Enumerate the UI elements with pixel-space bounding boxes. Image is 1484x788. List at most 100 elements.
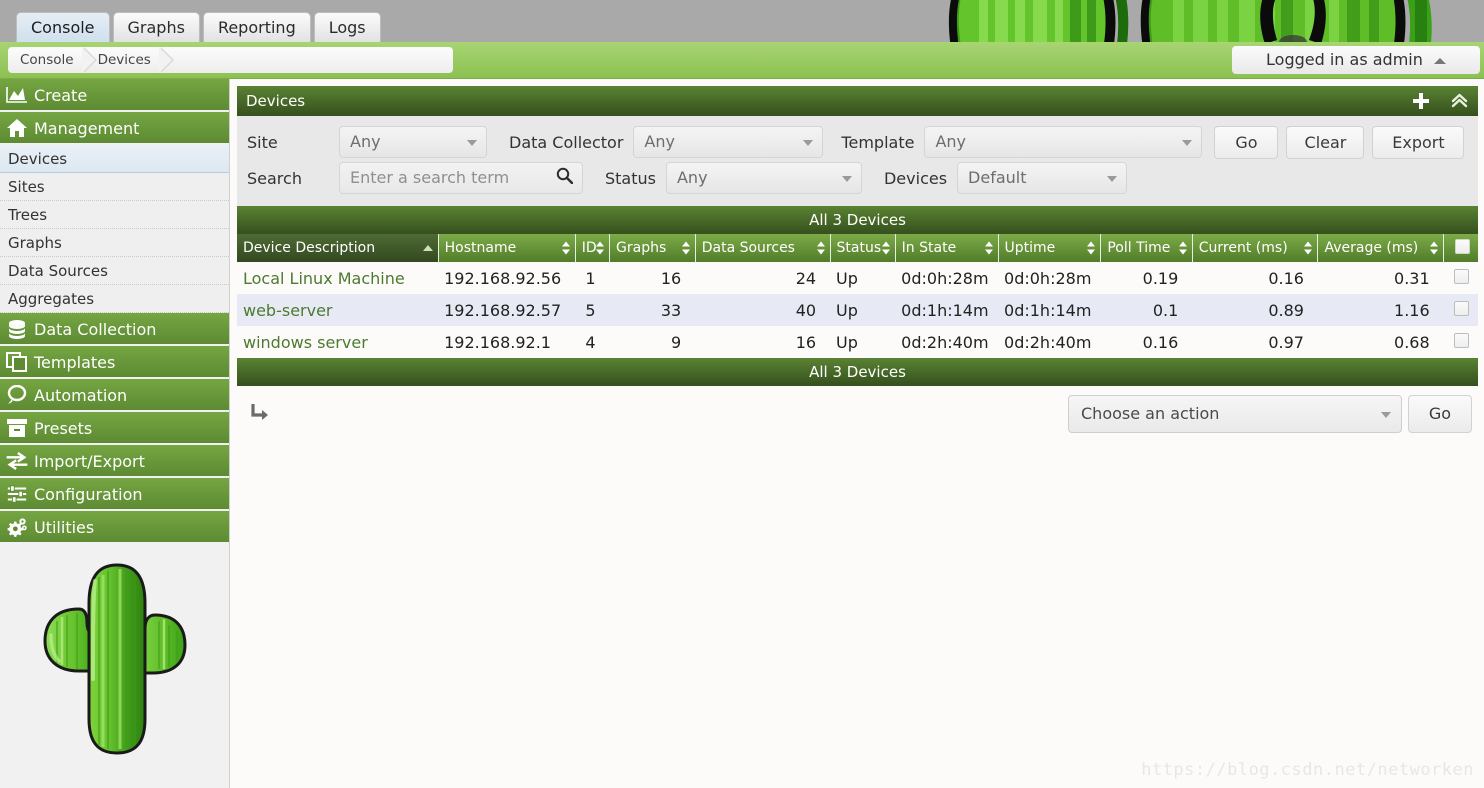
sidebar-item-trees[interactable]: Trees [0,201,229,229]
sidebar-group-data-collection[interactable]: Data Collection [0,313,229,346]
table-row[interactable]: windows server 192.168.92.1 4 9 16 Up 0d… [237,326,1478,358]
cell-row-checkbox[interactable] [1443,262,1478,294]
devices-per-page-select[interactable]: Default [957,162,1128,194]
devices-per-page-value: Default [968,168,1027,187]
select-all-checkbox[interactable] [1454,238,1470,254]
clear-button[interactable]: Clear [1286,125,1365,159]
top-banner: Console Graphs Reporting Logs [0,0,1484,42]
data-collector-select[interactable]: Any [633,126,824,158]
site-label: Site [247,132,278,152]
tab-graphs[interactable]: Graphs [112,12,200,42]
breadcrumb-bar: Console Devices Logged in as admin [0,42,1484,79]
row-checkbox[interactable] [1454,300,1470,316]
cell-row-checkbox[interactable] [1443,326,1478,358]
sidebar-item-data-sources[interactable]: Data Sources [0,257,229,285]
sort-icon [1087,241,1096,256]
status-select-value: Any [676,168,708,187]
col-header-graphs[interactable]: Graphs [609,234,696,262]
cell-average-ms: 0.31 [1317,262,1444,294]
table-row[interactable]: Local Linux Machine 192.168.92.56 1 16 2… [237,262,1478,294]
device-link[interactable]: Local Linux Machine [243,269,405,288]
cell-current-ms: 0.16 [1192,262,1318,294]
template-select[interactable]: Any [924,126,1203,158]
devices-table-wrap: All 3 Devices Device Description Hostnam… [237,206,1478,386]
tab-reporting[interactable]: Reporting [202,12,311,42]
sidebar-group-management[interactable]: Management [0,112,229,145]
page-root: Console Graphs Reporting Logs Console De… [0,0,1484,788]
panel-title: Devices [246,92,306,110]
chevron-down-icon [841,176,852,182]
cogs-icon [6,516,28,538]
status-select[interactable]: Any [665,162,862,194]
cell-row-checkbox[interactable] [1443,294,1478,326]
col-header-average-ms[interactable]: Average (ms) [1317,234,1445,262]
tab-logs[interactable]: Logs [313,12,381,42]
col-header-device-description[interactable]: Device Description [237,234,439,262]
table-header-row: Device Description Hostname ID Graphs Da… [237,234,1478,262]
action-go-button[interactable]: Go [1408,395,1472,433]
col-header-poll-time[interactable]: Poll Time [1100,234,1193,262]
sidebar-group-configuration[interactable]: Configuration [0,478,229,511]
double-chevron-up-icon[interactable] [1451,92,1468,111]
sidebar-group-automation[interactable]: Automation [0,379,229,412]
cell-device-description[interactable]: web-server [237,294,439,326]
cell-average-ms: 0.68 [1317,326,1444,358]
go-button[interactable]: Go [1214,125,1279,159]
sidebar-group-label: Configuration [34,485,143,504]
export-button[interactable]: Export [1372,125,1465,159]
site-select[interactable]: Any [339,126,487,158]
sidebar-item-devices[interactable]: Devices [0,145,229,173]
search-input[interactable]: Enter a search term [339,162,583,194]
cell-graphs: 9 [609,326,696,358]
sidebar-item-sites[interactable]: Sites [0,173,229,201]
sliders-icon [6,483,28,505]
col-header-id[interactable]: ID [575,234,611,262]
sidebar-group-presets[interactable]: Presets [0,412,229,445]
sidebar-item-graphs[interactable]: Graphs [0,229,229,257]
plus-icon[interactable] [1413,93,1429,109]
col-header-in-state[interactable]: In State [895,234,999,262]
col-header-uptime[interactable]: Uptime [998,234,1102,262]
col-header-select-all[interactable] [1443,234,1478,262]
col-label: ID [581,240,597,256]
col-header-current-ms[interactable]: Current (ms) [1192,234,1319,262]
row-checkbox[interactable] [1454,268,1470,284]
choose-action-select[interactable]: Choose an action [1068,395,1402,433]
cell-device-description[interactable]: windows server [237,326,439,358]
col-header-data-sources[interactable]: Data Sources [695,234,831,262]
breadcrumb-item-console[interactable]: Console [8,47,97,73]
sort-icon [816,241,826,256]
col-label: Data Sources [701,240,795,256]
cell-status: Up [830,294,896,326]
device-link[interactable]: windows server [243,333,368,352]
col-header-status[interactable]: Status [830,234,896,262]
devices-per-page-label: Devices [883,168,948,188]
chevron-down-icon [1182,140,1193,146]
cell-device-description[interactable]: Local Linux Machine [237,262,439,294]
tab-console[interactable]: Console [16,12,110,42]
cell-graphs: 16 [609,262,696,294]
col-header-hostname[interactable]: Hostname [438,234,576,262]
table-row[interactable]: web-server 192.168.92.57 5 33 40 Up 0d:1… [237,294,1478,326]
banner-cactus-art [929,0,1484,42]
lasso-icon [6,384,28,406]
sidebar-group-import-export[interactable]: Import/Export [0,445,229,478]
row-checkbox[interactable] [1454,332,1470,348]
sidebar-group-label: Create [34,86,88,105]
chart-area-icon [6,84,28,106]
watermark-text: https://blog.csdn.net/networken [1141,760,1474,780]
sidebar-group-utilities[interactable]: Utilities [0,511,229,544]
filter-row-2: Search Enter a search term Status Any De… [247,160,1468,196]
sidebar-item-aggregates[interactable]: Aggregates [0,285,229,313]
devices-panel-header: Devices [237,86,1478,116]
user-menu-button[interactable]: Logged in as admin [1232,46,1480,74]
chevron-up-icon [1433,57,1446,64]
sidebar-group-label: Utilities [34,518,95,537]
sidebar-group-templates[interactable]: Templates [0,346,229,379]
database-icon [6,318,28,340]
sidebar-group-label: Management [34,119,140,138]
chevron-down-icon [1381,412,1391,418]
device-link[interactable]: web-server [243,301,333,320]
sidebar-group-create[interactable]: Create [0,79,229,112]
magnifier-icon[interactable] [556,167,574,191]
